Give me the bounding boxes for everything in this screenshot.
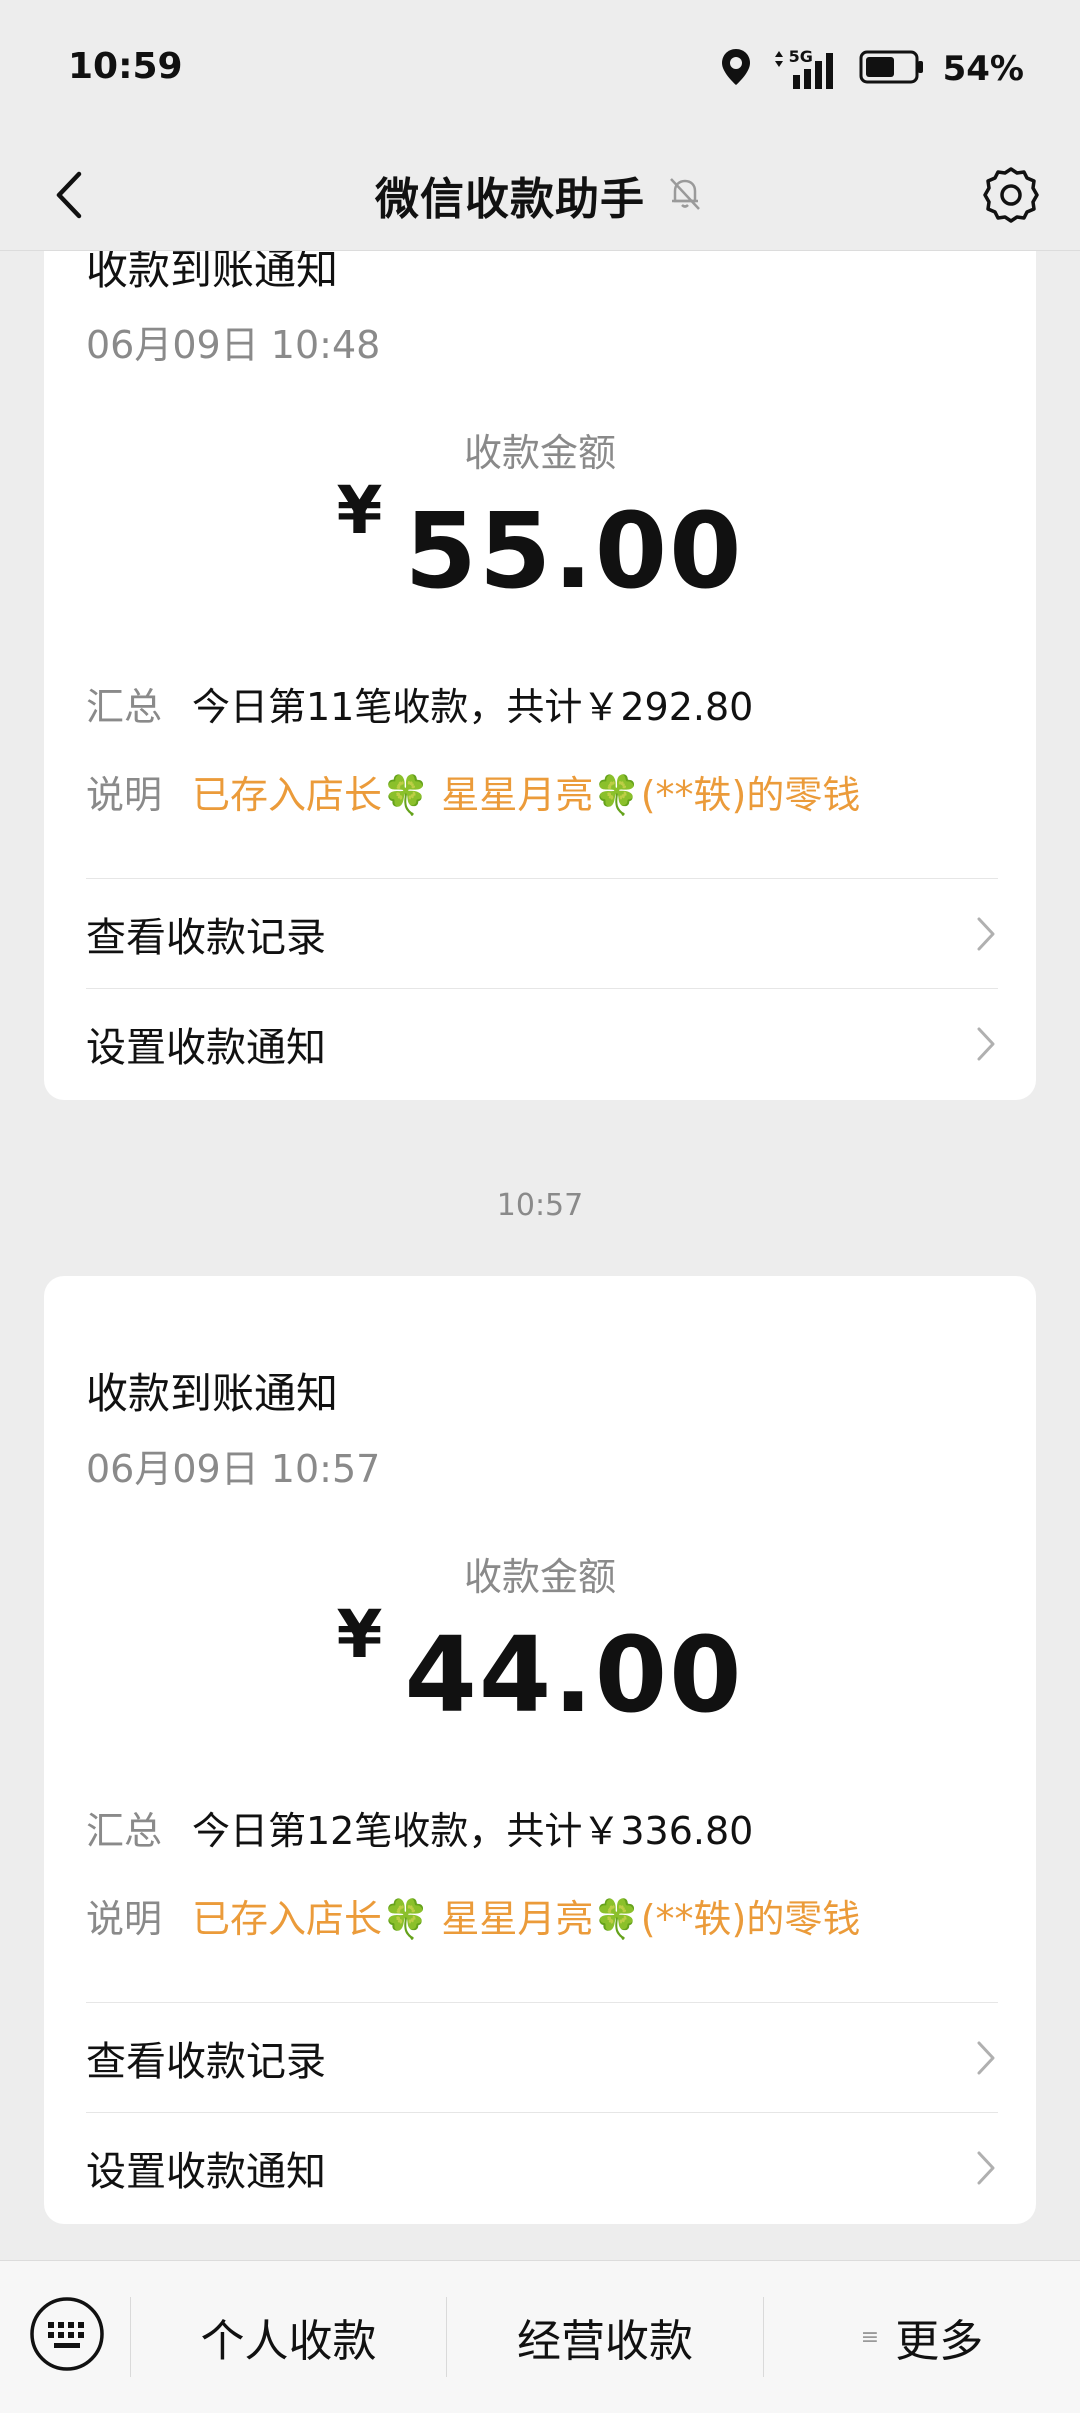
status-bar: 10:59 5G 54%	[0, 0, 1080, 140]
chevron-right-icon	[977, 2151, 995, 2185]
amount-label: 收款金额	[463, 1555, 616, 1599]
note-key: 说明	[86, 1897, 163, 1941]
amount-row: ¥44.00	[44, 1596, 1036, 1736]
keyboard-icon	[30, 2297, 104, 2371]
card-date: 06月09日 10:48	[86, 323, 381, 367]
view-records-label: 查看收款记录	[86, 2039, 326, 2085]
summary-value: 今日第11笔收款，共计￥292.80	[192, 685, 754, 729]
menu-lines-icon: ≡	[860, 2324, 880, 2350]
status-icons: 5G 54%	[719, 44, 1024, 94]
note-value: 已存入店长🍀 星星月亮🍀(**轶)的零钱	[192, 773, 861, 817]
summary-key: 汇总	[86, 685, 163, 729]
card-title: 收款到账通知	[86, 250, 339, 294]
battery-icon	[859, 49, 925, 89]
muted-bell-icon	[665, 173, 705, 217]
settings-button[interactable]	[972, 156, 1050, 234]
message-list[interactable]: 收款到账通知 06月09日 10:48 收款金额 ¥55.00 汇总 今日第11…	[0, 250, 1080, 2260]
time-separator: 10:57	[496, 1188, 584, 1223]
summary-key: 汇总	[86, 1809, 163, 1853]
amount-value: 55.00	[404, 490, 744, 612]
amount-value: 44.00	[404, 1614, 744, 1736]
view-records-label: 查看收款记录	[86, 915, 326, 961]
card-date: 06月09日 10:57	[86, 1447, 381, 1491]
card-title: 收款到账通知	[86, 1369, 339, 1418]
note-row: 说明 已存入店长🍀 星星月亮🍀(**轶)的零钱	[86, 1888, 994, 1943]
view-records-link[interactable]: 查看收款记录	[86, 2002, 998, 2113]
more-label: 更多	[895, 2316, 984, 2367]
chevron-right-icon	[977, 1027, 995, 1061]
bottom-menu-bar: 个人收款 经营收款 ≡ 更多	[0, 2260, 1080, 2413]
personal-payment-tab[interactable]: 个人收款	[131, 2261, 446, 2413]
summary-row: 汇总 今日第11笔收款，共计￥292.80	[86, 676, 994, 731]
keyboard-toggle-button[interactable]	[28, 2295, 106, 2373]
summary-row: 汇总 今日第12笔收款，共计￥336.80	[86, 1800, 994, 1855]
business-payment-tab[interactable]: 经营收款	[447, 2261, 763, 2413]
amount-label: 收款金额	[463, 431, 616, 475]
note-row: 说明 已存入店长🍀 星星月亮🍀(**轶)的零钱	[86, 764, 994, 819]
payment-notification-card: 收款到账通知 06月09日 10:57 收款金额 ¥44.00 汇总 今日第12…	[44, 1276, 1036, 2224]
page-title: 微信收款助手	[375, 174, 645, 225]
signal-icon: 5G	[771, 47, 841, 91]
chevron-right-icon	[977, 2041, 995, 2075]
payment-notification-card: 收款到账通知 06月09日 10:48 收款金额 ¥55.00 汇总 今日第11…	[44, 250, 1036, 1100]
status-time: 10:59	[68, 46, 183, 87]
chevron-right-icon	[977, 917, 995, 951]
currency-symbol: ¥	[336, 472, 383, 549]
notification-settings-link[interactable]: 设置收款通知	[86, 2112, 998, 2223]
more-menu-button[interactable]: ≡ 更多	[764, 2261, 1080, 2413]
header: 微信收款助手	[0, 140, 1080, 251]
battery-percent: 54%	[942, 49, 1024, 89]
location-icon	[719, 47, 753, 91]
notification-settings-link[interactable]: 设置收款通知	[86, 988, 998, 1099]
notification-settings-label: 设置收款通知	[86, 2149, 326, 2195]
notification-settings-label: 设置收款通知	[86, 1025, 326, 1071]
note-value: 已存入店长🍀 星星月亮🍀(**轶)的零钱	[192, 1897, 861, 1941]
note-key: 说明	[86, 773, 163, 817]
summary-value: 今日第12笔收款，共计￥336.80	[192, 1809, 754, 1853]
amount-row: ¥55.00	[44, 472, 1036, 612]
currency-symbol: ¥	[336, 1596, 383, 1673]
title-wrap: 微信收款助手	[0, 140, 1080, 250]
gear-icon	[983, 167, 1039, 223]
view-records-link[interactable]: 查看收款记录	[86, 878, 998, 989]
